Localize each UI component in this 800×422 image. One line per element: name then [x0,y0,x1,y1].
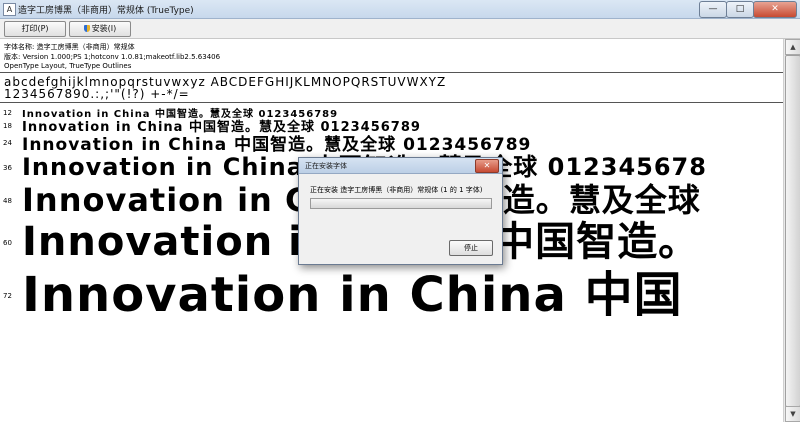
toolbar: 打印(P) 安装(I) [0,19,800,39]
print-button[interactable]: 打印(P) [4,21,66,37]
dialog-close-button[interactable]: ✕ [475,159,499,173]
close-button[interactable]: ✕ [753,1,797,18]
title-bar: A 造字工房博黑（非商用）常规体 (TrueType) — □ ✕ [0,0,800,19]
font-version-line: 版本: Version 1.000;PS 1;hotconv 1.0.81;ma… [4,53,221,61]
install-status-message: 正在安装 造字工房博黑（非商用）常规体 (1 的 1 字体) [310,186,483,194]
size-label: 72 [3,292,12,300]
scroll-up-arrow-icon[interactable]: ▲ [785,39,800,55]
minimize-button[interactable]: — [699,1,727,18]
maximize-button[interactable]: □ [726,1,754,18]
charset-line-2: 1234567890.:,;'"(!?) +-*/= [4,87,190,101]
dialog-title-bar: 正在安装字体 ✕ [299,158,502,174]
size-label: 18 [3,122,12,130]
install-button-label: 安装(I) [91,24,117,33]
size-label: 48 [3,197,12,205]
vertical-scrollbar[interactable]: ▲ ▼ [783,39,800,422]
font-outline-line: OpenType Layout, TrueType Outlines [4,62,132,70]
window-controls: — □ ✕ [699,1,797,18]
scroll-down-arrow-icon[interactable]: ▼ [785,406,800,422]
separator [0,72,783,73]
sample-text-72: Innovation in China 中国 [22,267,683,323]
installing-font-dialog: 正在安装字体 ✕ 正在安装 造字工房博黑（非商用）常规体 (1 的 1 字体) … [298,157,503,265]
window-title: 造字工房博黑（非商用）常规体 (TrueType) [18,6,194,16]
dialog-title: 正在安装字体 [305,162,347,170]
size-label: 36 [3,164,12,172]
font-name-line: 字体名称: 造字工房博黑（非商用）常规体 [4,43,135,51]
separator [0,102,783,103]
stop-button[interactable]: 停止 [449,240,493,256]
font-file-icon: A [3,3,16,16]
size-label: 24 [3,139,12,147]
size-label: 60 [3,239,12,247]
install-progress-bar [310,198,492,209]
scrollbar-thumb[interactable] [785,55,800,407]
size-label: 12 [3,109,12,117]
uac-shield-icon [83,25,90,32]
install-button[interactable]: 安装(I) [69,21,131,37]
